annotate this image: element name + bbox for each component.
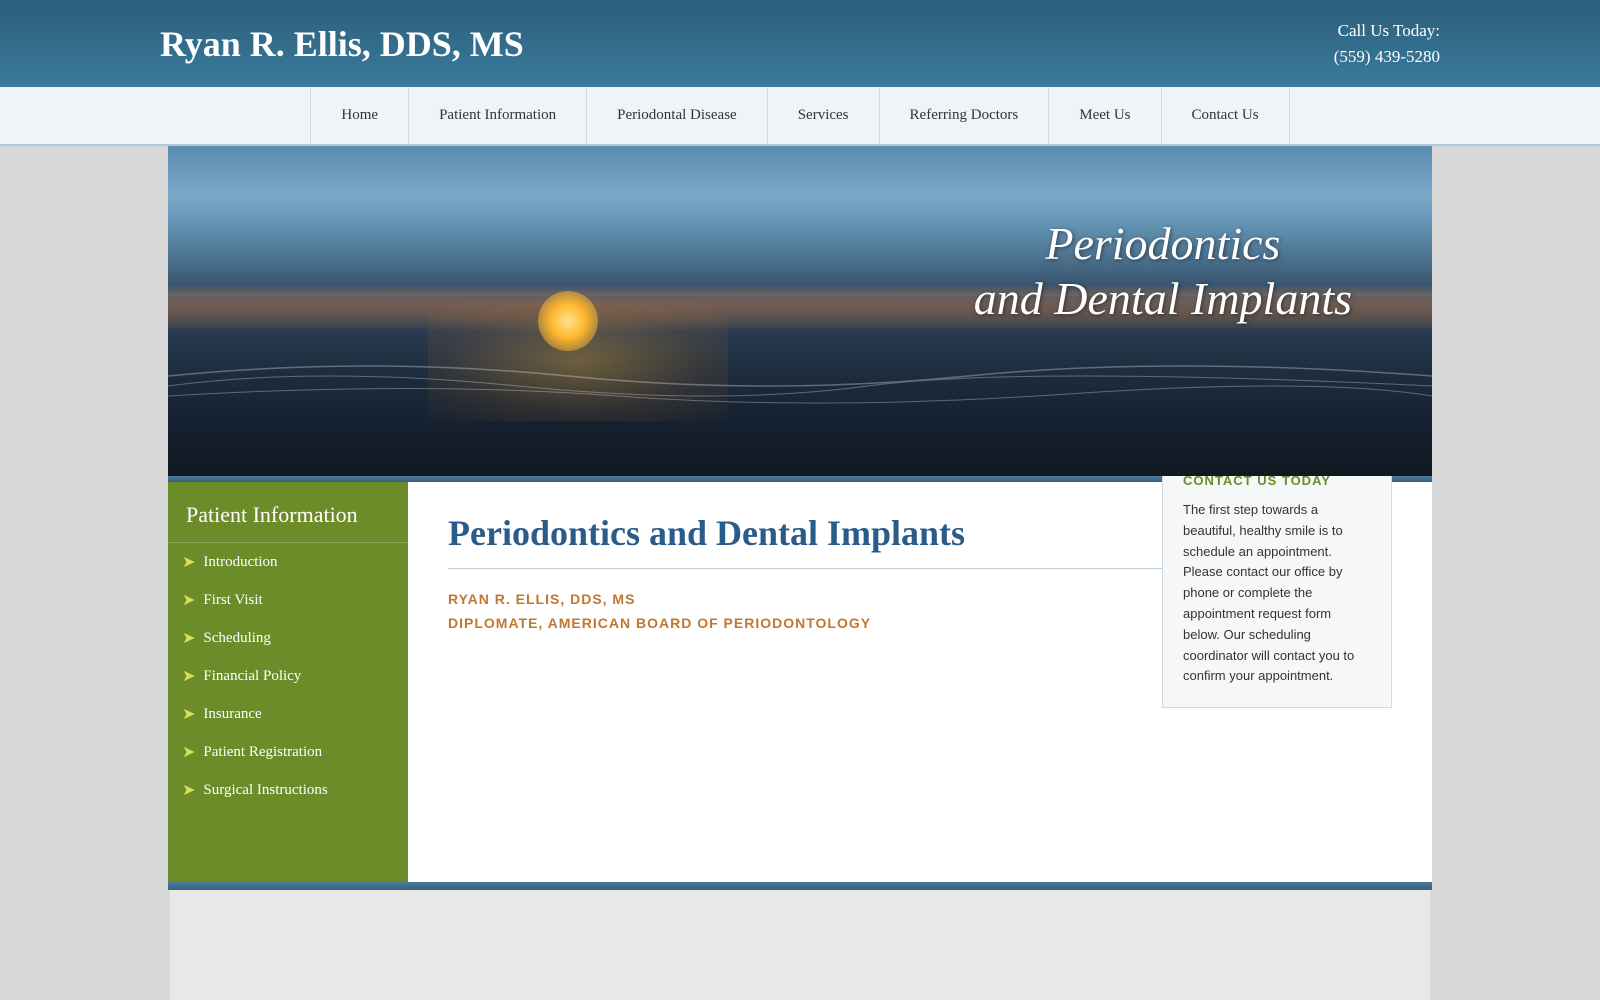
call-label: Call Us Today: xyxy=(1334,18,1440,44)
site-title: Ryan R. Ellis, DDS, MS xyxy=(160,23,524,65)
hero-text: Periodontics and Dental Implants xyxy=(974,216,1352,326)
arrow-icon: ➤ xyxy=(182,552,195,572)
nav-item-contact-us[interactable]: Contact Us xyxy=(1162,87,1290,144)
sidebar-item-surgical-instructions[interactable]: ➤Surgical Instructions xyxy=(168,771,408,809)
arrow-icon: ➤ xyxy=(182,742,195,762)
main-nav: HomePatient InformationPeriodontal Disea… xyxy=(0,87,1600,146)
main-content: CONTACT US TODAY The first step towards … xyxy=(408,482,1432,882)
arrow-icon: ➤ xyxy=(182,780,195,800)
nav-item-referring-doctors[interactable]: Referring Doctors xyxy=(880,87,1050,144)
sidebar-item-scheduling[interactable]: ➤Scheduling xyxy=(168,619,408,657)
sidebar-item-insurance[interactable]: ➤Insurance xyxy=(168,695,408,733)
sidebar-title: Patient Information xyxy=(168,482,408,543)
hero-line1: Periodontics xyxy=(974,216,1352,271)
sidebar: Patient Information ➤Introduction➤First … xyxy=(168,482,408,882)
sidebar-item-first-visit[interactable]: ➤First Visit xyxy=(168,581,408,619)
nav-item-home[interactable]: Home xyxy=(310,87,409,144)
nav-item-periodontal-disease[interactable]: Periodontal Disease xyxy=(587,87,768,144)
nav-item-patient-information[interactable]: Patient Information xyxy=(409,87,587,144)
hero-banner: Periodontics and Dental Implants xyxy=(168,146,1432,476)
arrow-icon: ➤ xyxy=(182,704,195,724)
header-contact: Call Us Today: (559) 439-5280 xyxy=(1334,18,1440,69)
contact-box: CONTACT US TODAY The first step towards … xyxy=(1162,452,1392,708)
arrow-icon: ➤ xyxy=(182,628,195,648)
content-wrapper: Patient Information ➤Introduction➤First … xyxy=(168,482,1432,882)
contact-box-text: The first step towards a beautiful, heal… xyxy=(1183,500,1371,687)
sidebar-item-financial-policy[interactable]: ➤Financial Policy xyxy=(168,657,408,695)
site-header: Ryan R. Ellis, DDS, MS Call Us Today: (5… xyxy=(0,0,1600,87)
sidebar-item-introduction[interactable]: ➤Introduction xyxy=(168,543,408,581)
sidebar-item-patient-registration[interactable]: ➤Patient Registration xyxy=(168,733,408,771)
nav-item-meet-us[interactable]: Meet Us xyxy=(1049,87,1161,144)
arrow-icon: ➤ xyxy=(182,590,195,610)
phone-number: (559) 439-5280 xyxy=(1334,44,1440,70)
hero-line2: and Dental Implants xyxy=(974,271,1352,326)
arrow-icon: ➤ xyxy=(182,666,195,686)
nav-item-services[interactable]: Services xyxy=(768,87,880,144)
